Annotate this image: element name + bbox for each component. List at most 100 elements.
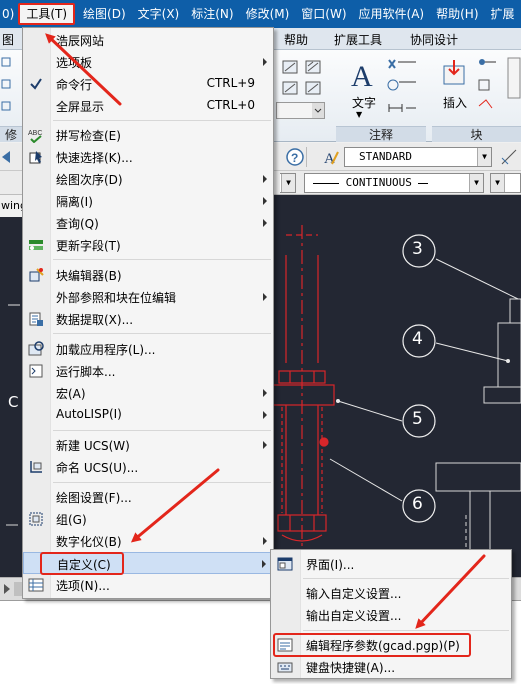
balloon-label: 6 xyxy=(412,494,423,514)
help-icon[interactable]: ? xyxy=(286,148,304,169)
menu-item-modify[interactable]: 修改(M) xyxy=(240,0,296,28)
lineweight-combo[interactable]: ▼ xyxy=(490,173,521,193)
menu-item-label: 输出自定义设置... xyxy=(306,609,402,623)
red-highlight-box xyxy=(40,552,124,575)
options-icon xyxy=(28,577,44,593)
quick-select-icon xyxy=(28,149,44,165)
chevron-down-icon[interactable]: ▼ xyxy=(469,174,483,192)
insert-button-label[interactable]: 插入 xyxy=(443,94,467,111)
menu-item-digitizer[interactable]: 数字化仪(B) xyxy=(23,530,273,552)
hatch-icon[interactable] xyxy=(280,58,324,105)
menu-item-load-application[interactable]: 加载应用程序(L)... xyxy=(23,338,273,360)
menu-item-block-editor[interactable]: 块编辑器(B) xyxy=(23,264,273,286)
insert-block-icon[interactable] xyxy=(440,58,472,93)
menu-item-label: 拼写检查(E) xyxy=(56,129,121,143)
data-extract-icon xyxy=(28,311,44,327)
panel-label-block: 块 xyxy=(432,126,521,142)
chevron-down-icon[interactable]: ▼ xyxy=(281,174,295,192)
menu-item-macro[interactable]: 宏(A) xyxy=(23,382,273,404)
menu-separator xyxy=(53,120,271,121)
ribbon-tab-extend-tools[interactable]: 扩展工具 xyxy=(334,31,382,48)
submenu-item-export-customizations[interactable]: 输出自定义设置... xyxy=(271,604,511,626)
ribbon-tab-help[interactable]: 帮助 xyxy=(284,31,308,48)
chevron-down-icon[interactable]: ▼ xyxy=(477,148,491,166)
menu-item-help[interactable]: 帮助(H) xyxy=(430,0,484,28)
block-editor-icon xyxy=(28,267,44,283)
balloon-label: 3 xyxy=(412,239,423,259)
panel-label-modify: 修改 xyxy=(0,126,22,158)
document-tab[interactable]: wing xyxy=(0,195,27,217)
chevron-down-icon[interactable]: ▼ xyxy=(491,174,505,192)
menu-item-update-fields[interactable]: 更新字段(T) xyxy=(23,234,273,256)
menu-item-label: 绘图设置(F)... xyxy=(56,491,132,505)
menu-item-draw-order[interactable]: 绘图次序(D) xyxy=(23,168,273,190)
dim-style-icon[interactable] xyxy=(500,148,520,169)
menu-item-run-script[interactable]: 运行脚本... xyxy=(23,360,273,382)
balloon-label: 4 xyxy=(412,329,423,349)
annotation-tools-icon[interactable] xyxy=(386,56,422,125)
linetype-sample xyxy=(313,182,339,184)
menu-item-xref-inplace-edit[interactable]: 外部参照和块在位编辑 xyxy=(23,286,273,308)
menu-item-tools[interactable]: 工具(T) xyxy=(18,3,76,25)
menu-item-autolisp[interactable]: AutoLISP(I) xyxy=(23,404,273,426)
scroll-thumb[interactable] xyxy=(14,582,22,596)
panel-label-annotation: 注释 xyxy=(336,126,426,142)
text-style-icon[interactable]: A xyxy=(322,148,340,169)
menu-item-gstarcad-website[interactable]: 浩辰网站 xyxy=(23,29,273,51)
menu-item-inquiry[interactable]: 查询(Q) xyxy=(23,212,273,234)
menu-item-data-extraction[interactable]: 数据提取(X)... xyxy=(23,308,273,330)
load-app-icon xyxy=(28,341,44,357)
menu-separator xyxy=(53,482,271,483)
menu-item-label: 界面(I)... xyxy=(306,558,355,572)
menu-item-extend[interactable]: 扩展 xyxy=(485,0,521,28)
menu-item-label: 选项(N)... xyxy=(56,579,110,593)
menu-item-group[interactable]: 组(G) xyxy=(23,508,273,530)
menu-item-new-ucs[interactable]: 新建 UCS(W) xyxy=(23,434,273,456)
menu-item-window[interactable]: 窗口(W) xyxy=(295,0,352,28)
menu-item-named-ucs[interactable]: 命名 UCS(U)... xyxy=(23,456,273,478)
menu-item-text[interactable]: 文字(X) xyxy=(132,0,186,28)
menu-item-command-line[interactable]: 命令行 CTRL+9 xyxy=(23,73,273,95)
text-big-icon[interactable]: A xyxy=(348,58,380,93)
menu-item-apps[interactable]: 应用软件(A) xyxy=(353,0,431,28)
text-style-combo[interactable]: STANDARD ▼ xyxy=(344,147,492,167)
linetype-combo[interactable]: CONTINUOUS ▼ xyxy=(304,173,484,193)
play-icon[interactable] xyxy=(4,584,10,594)
spellcheck-icon: ABC xyxy=(28,127,44,144)
menu-item-shortcut: CTRL+0 xyxy=(206,98,255,112)
ribbon-tab-partial[interactable]: 图 xyxy=(2,31,14,48)
grid-icon[interactable] xyxy=(0,56,14,119)
text-style-value: STANDARD xyxy=(359,150,412,163)
menu-item-spellcheck[interactable]: ABC 拼写检查(E) xyxy=(23,124,273,146)
menu-item-label: 数字化仪(B) xyxy=(56,535,122,549)
menu-item-options[interactable]: 选项(N)... xyxy=(23,574,273,596)
menu-item-partial[interactable]: 0) xyxy=(0,0,16,28)
menu-item-draw[interactable]: 绘图(D) xyxy=(77,0,132,28)
color-combo-edge[interactable]: ▼ xyxy=(280,173,296,193)
menu-item-palettes[interactable]: 选项板 xyxy=(23,51,273,73)
named-ucs-icon xyxy=(28,459,44,475)
submenu-item-interface[interactable]: 界面(I)... xyxy=(271,553,511,575)
menu-item-isolate[interactable]: 隔离(I) xyxy=(23,190,273,212)
submenu-item-keyboard-shortcuts[interactable]: 键盘快捷键(A)... xyxy=(271,656,511,678)
submenu-arrow-icon xyxy=(263,293,267,301)
submenu-item-import-customizations[interactable]: 输入自定义设置... xyxy=(271,582,511,604)
text-button-label[interactable]: 文字 xyxy=(352,94,376,111)
menu-item-drafting-settings[interactable]: 绘图设置(F)... xyxy=(23,486,273,508)
menu-item-quick-select[interactable]: 快速选择(K)... xyxy=(23,146,273,168)
check-icon xyxy=(28,76,44,92)
svg-text:A: A xyxy=(324,151,335,166)
block-tools-icon[interactable] xyxy=(476,56,521,125)
menu-bar: 0) 工具(T) 绘图(D) 文字(X) 标注(N) 修改(M) 窗口(W) 应… xyxy=(0,0,521,28)
menu-separator xyxy=(53,333,271,334)
chevron-down-icon[interactable]: ▼ xyxy=(356,110,362,119)
menu-item-fullscreen[interactable]: 全屏显示 CTRL+0 xyxy=(23,95,273,117)
submenu-arrow-icon xyxy=(263,389,267,397)
menu-item-label: 全屏显示 xyxy=(56,100,105,114)
layer-combo[interactable] xyxy=(276,102,326,123)
undo-icon[interactable] xyxy=(0,149,18,168)
menu-item-dimension[interactable]: 标注(N) xyxy=(185,0,239,28)
menu-item-label: 浩辰网站 xyxy=(56,34,105,48)
ribbon-tab-collab[interactable]: 协同设计 xyxy=(410,31,458,48)
balloon-label: 5 xyxy=(412,409,423,429)
